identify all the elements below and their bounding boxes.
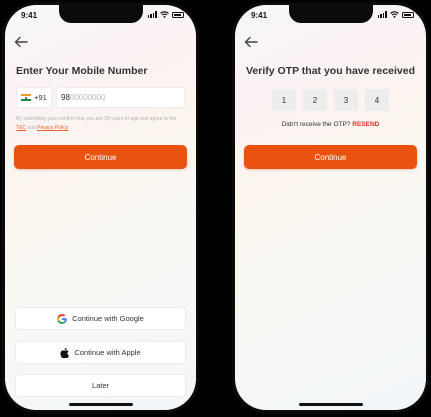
later-button[interactable]: Later: [15, 374, 186, 397]
otp-input-row: 1 2 3 4: [235, 89, 426, 111]
continue-label: Continue: [84, 152, 117, 162]
notch: [58, 5, 143, 23]
continue-label: Continue: [314, 152, 347, 162]
tnc-link[interactable]: T&C: [16, 125, 26, 131]
consent-body: By submitting your confirm that you are …: [16, 116, 177, 122]
phone-number-row: +91 98 00000000: [16, 87, 185, 108]
consent-and: and: [27, 125, 36, 131]
status-icons: [377, 11, 414, 18]
google-label: Continue with Google: [72, 314, 144, 323]
later-label: Later: [91, 381, 110, 390]
back-arrow-icon[interactable]: [14, 36, 28, 48]
resend-row: Didn't receive the OTP? RESEND: [235, 121, 426, 128]
continue-with-apple-button[interactable]: Continue with Apple: [15, 341, 186, 364]
mobile-number-placeholder: 00000000: [69, 93, 106, 102]
notch: [288, 5, 373, 23]
home-indicator: [298, 403, 363, 406]
signal-icon: [147, 11, 157, 18]
home-indicator: [68, 403, 133, 406]
page-title: Verify OTP that you have received: [245, 65, 416, 77]
country-code: +91: [34, 93, 47, 102]
continue-button[interactable]: Continue: [244, 145, 417, 169]
india-flag-icon: [21, 94, 32, 101]
otp-digit-4[interactable]: 4: [365, 89, 389, 111]
signal-icon: [377, 11, 387, 18]
resend-link[interactable]: RESEND: [352, 121, 379, 128]
mobile-number-value: 98: [61, 93, 70, 102]
login-screen: 9:41 Enter Your Mobile Number +91 98 0000…: [5, 5, 196, 410]
phone-frame-login: 9:41 Enter Your Mobile Number +91 98 0000…: [2, 2, 199, 413]
consent-text: By submitting your confirm that you are …: [16, 115, 185, 133]
status-time: 9:41: [21, 11, 38, 20]
wifi-icon: [390, 11, 399, 18]
otp-digit-1[interactable]: 1: [272, 89, 296, 111]
privacy-policy-link[interactable]: Privacy Policy: [37, 125, 68, 131]
country-code-selector[interactable]: +91: [16, 87, 52, 108]
battery-icon: [402, 11, 414, 18]
battery-icon: [172, 11, 184, 18]
back-arrow-icon[interactable]: [244, 36, 258, 48]
phone-frame-otp: 9:41 Verify OTP that you have received 1…: [232, 2, 429, 413]
status-icons: [147, 11, 184, 18]
page-title: Enter Your Mobile Number: [16, 65, 148, 77]
otp-digit-3[interactable]: 3: [334, 89, 358, 111]
mobile-number-input[interactable]: 98 00000000: [56, 87, 185, 108]
apple-icon: [60, 347, 70, 358]
otp-digit-2[interactable]: 2: [303, 89, 327, 111]
apple-label: Continue with Apple: [74, 348, 141, 357]
wifi-icon: [160, 11, 169, 18]
status-time: 9:41: [251, 11, 268, 20]
otp-screen: 9:41 Verify OTP that you have received 1…: [235, 5, 426, 410]
google-icon: [57, 313, 67, 324]
continue-button[interactable]: Continue: [14, 145, 187, 169]
continue-with-google-button[interactable]: Continue with Google: [15, 307, 186, 330]
resend-prompt: Didn't receive the OTP?: [281, 121, 351, 128]
